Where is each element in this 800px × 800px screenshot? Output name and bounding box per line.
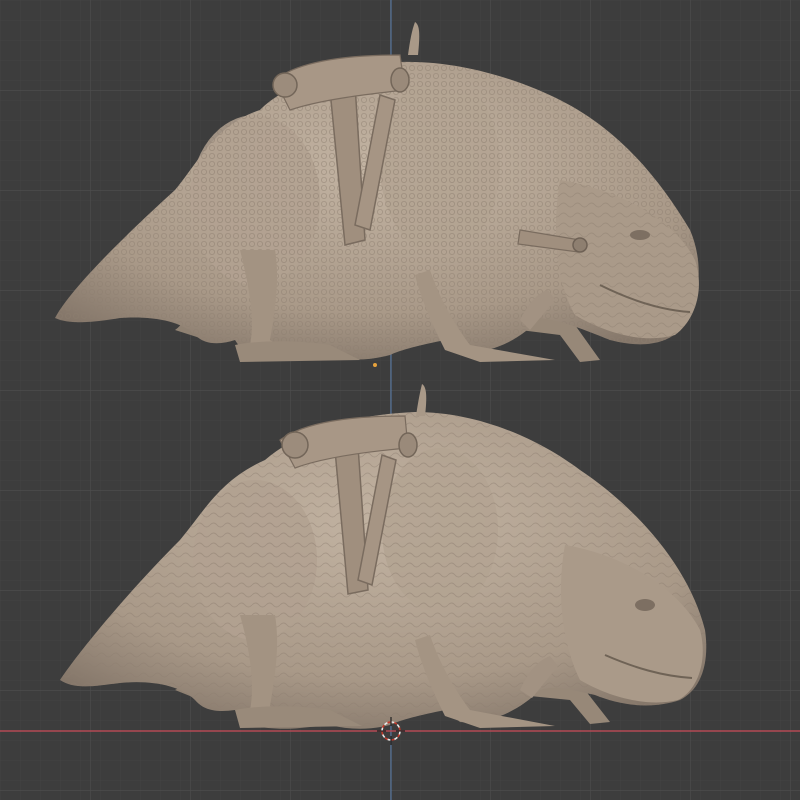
harness-ring xyxy=(572,237,588,253)
saddle-pouch xyxy=(272,72,298,98)
3d-viewport[interactable] xyxy=(0,0,800,800)
saddle-pouch xyxy=(281,431,309,459)
origin-dot-icon xyxy=(373,363,377,367)
eye xyxy=(635,599,655,611)
front-shoulder-texture xyxy=(382,448,498,612)
front-shoulder-texture xyxy=(380,75,500,255)
saddle-buckle xyxy=(398,432,418,458)
saddle-buckle xyxy=(390,67,410,93)
eye xyxy=(630,230,650,240)
